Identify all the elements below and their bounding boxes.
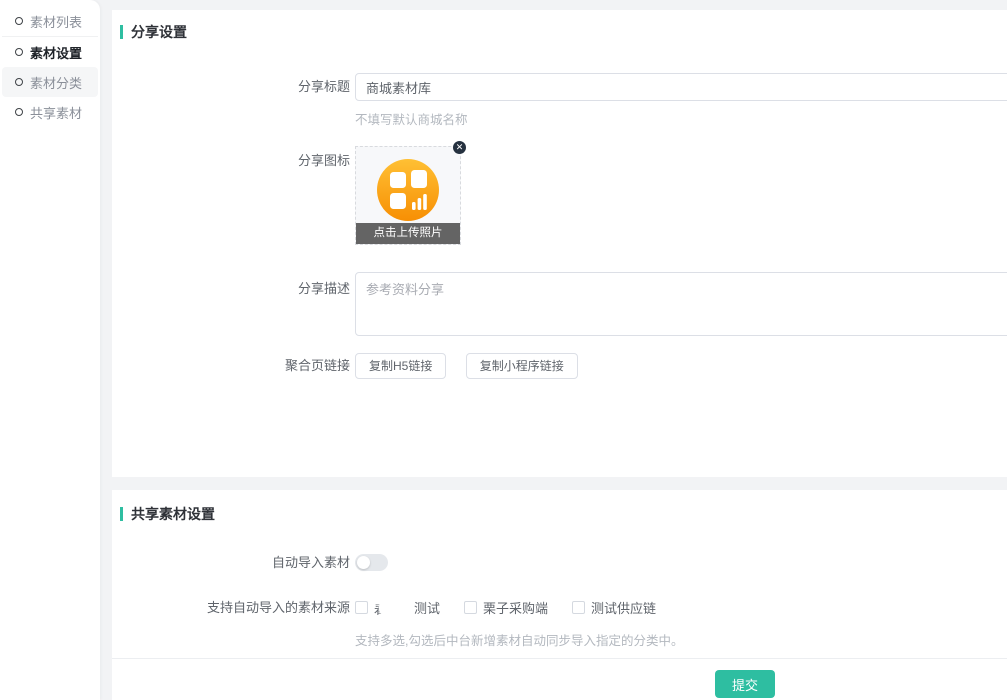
source-option-label: 测试 [414,598,440,617]
circle-outline-icon [15,48,23,56]
share-settings-card: 分享设置 分享标题 不填写默认商城名称 分享图标 [112,10,1007,477]
copy-h5-link-button[interactable]: 复制H5链接 [355,353,446,379]
circle-outline-icon [15,108,23,116]
section-title-text: 共享素材设置 [131,504,215,524]
source-option-label: 栗子采购端 [483,598,548,617]
copy-miniprogram-link-button[interactable]: 复制小程序链接 [466,353,578,379]
share-desc-textarea[interactable] [355,272,1007,336]
share-title-label: 分享标题 [112,73,350,101]
sidebar: 素材列表 素材设置 素材分类 共享素材 [0,0,100,700]
sidebar-item-material-settings[interactable]: 素材设置 [2,37,98,67]
auto-import-label: 自动导入素材 [112,554,350,571]
share-desc-label: 分享描述 [112,278,350,297]
share-title-helper: 不填写默认商城名称 [355,109,468,128]
sidebar-item-label: 素材分类 [30,73,82,92]
footer-bar: 提交 [112,658,1007,700]
submit-button[interactable]: 提交 [715,670,775,698]
source-option-lizi-procurement[interactable]: 栗子采购端 [464,598,548,617]
shared-material-title: 共享素材设置 [120,504,215,524]
section-accent-bar [120,25,123,39]
sidebar-item-label: 素材设置 [30,43,82,62]
close-icon[interactable]: ✕ [453,141,466,154]
share-icon-label: 分享图标 [112,150,350,169]
sidebar-item-material-category[interactable]: 素材分类 [2,67,98,97]
import-sources-options: 看 测试 栗子采购端 测试供应链 [355,598,656,617]
checkbox-icon[interactable] [355,601,368,614]
sidebar-item-label: 共享素材 [30,103,82,122]
sidebar-item-shared-material[interactable]: 共享素材 [2,97,98,127]
checkbox-icon[interactable] [572,601,585,614]
import-sources-helper: 支持多选,勾选后中台新增素材自动同步导入指定的分类中。 [355,630,683,649]
censored-text: 看 [374,600,412,615]
import-sources-label: 支持自动导入的素材来源 [112,600,350,615]
page: 素材列表 素材设置 素材分类 共享素材 分享设置 分享标题 不填写默认商城名称 … [0,0,1007,700]
source-option-label: 测试供应链 [591,598,656,617]
toggle-knob [357,556,370,569]
sidebar-item-label: 素材列表 [30,12,82,31]
checkbox-icon[interactable] [464,601,477,614]
share-title-input[interactable] [355,73,1007,101]
grid-chart-icon [375,157,441,223]
source-option-test-supply-chain[interactable]: 测试供应链 [572,598,656,617]
circle-outline-icon [15,78,23,86]
sidebar-item-material-list[interactable]: 素材列表 [2,6,98,37]
shared-material-settings-card: 共享素材设置 自动导入素材 支持自动导入的素材来源 看 测试 [112,490,1007,658]
circle-outline-icon [15,17,23,25]
upload-overlay-label[interactable]: 点击上传照片 [356,223,460,244]
source-option-censored-test[interactable]: 看 测试 [355,598,440,617]
share-icon-upload-box[interactable]: 点击上传照片 ✕ [355,146,461,245]
share-settings-title: 分享设置 [120,22,187,42]
section-title-text: 分享设置 [131,22,187,42]
aggregate-link-label: 聚合页链接 [112,353,350,379]
auto-import-toggle[interactable] [355,554,388,571]
section-accent-bar [120,507,123,521]
